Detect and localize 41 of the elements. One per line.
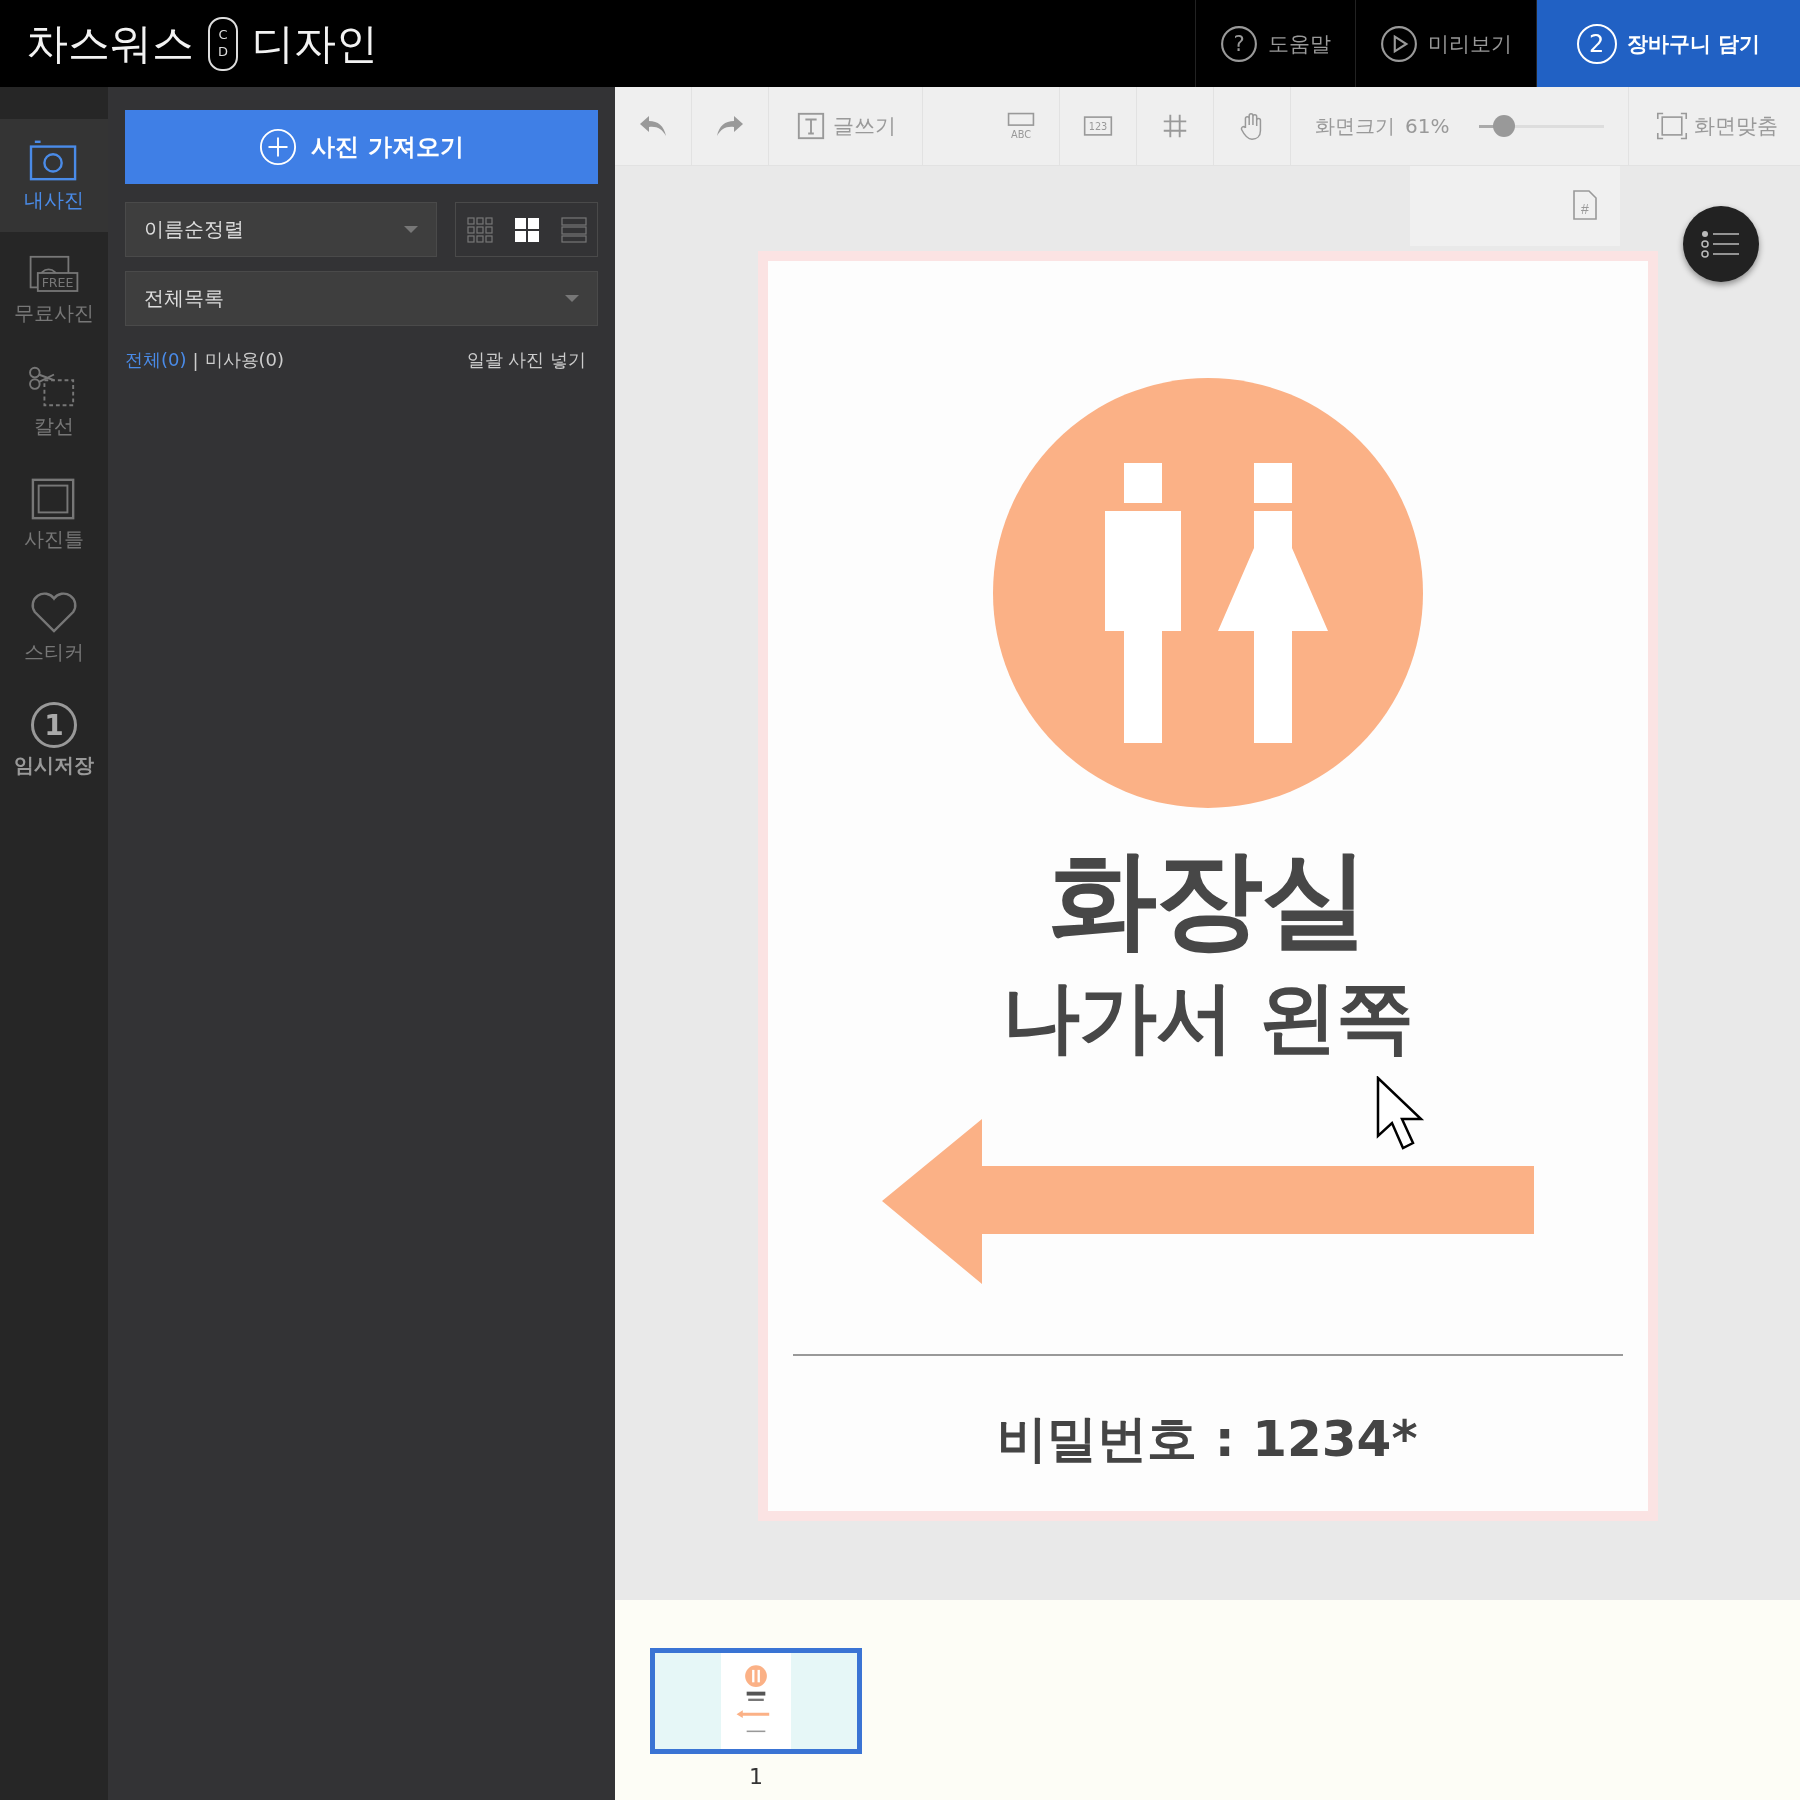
play-icon — [1379, 24, 1418, 63]
number-button[interactable]: 123 — [1060, 87, 1137, 165]
separator: | — [192, 349, 199, 371]
password-text: 비밀번호 : 1234* — [997, 1409, 1418, 1471]
fit-screen-button[interactable]: 화면맞춤 — [1634, 87, 1800, 165]
bulk-insert-link[interactable]: 일괄 사진 넣기 — [466, 348, 598, 372]
text-icon — [795, 111, 827, 141]
sidebar-item[interactable]: 스티커 — [0, 571, 108, 684]
text-box-button[interactable]: ABC — [983, 87, 1060, 165]
list-icon — [1701, 229, 1741, 259]
caret-icon — [404, 226, 418, 233]
zoom-label: 화면크기 — [1315, 112, 1395, 140]
category-dropdown[interactable]: 전체목록 — [125, 271, 598, 326]
fit-screen-icon — [1656, 111, 1688, 141]
zoom-value: 61% — [1405, 114, 1450, 138]
filter-link[interactable]: 미사용(0) — [204, 348, 285, 372]
plus-icon — [259, 128, 298, 166]
brand-name: 차스워스 — [26, 17, 194, 70]
sidebar-item[interactable]: 칼선 — [0, 345, 108, 458]
brand-mark: C D — [208, 16, 238, 71]
sidebar-item[interactable]: FREE 무료사진 — [0, 232, 108, 345]
step-badge: 2 — [1576, 23, 1617, 64]
add-text-button[interactable]: 글쓰기 — [769, 87, 923, 165]
page-number: 1 — [749, 1764, 763, 1789]
sort-dropdown[interactable]: 이름순정렬 — [125, 202, 437, 257]
page-thumbnail[interactable] — [650, 1648, 862, 1754]
layers-menu-button[interactable] — [1683, 206, 1759, 282]
import-photo-button[interactable]: 사진 가져오기 — [125, 110, 598, 184]
sidebar-item[interactable]: 내사진 — [0, 119, 108, 232]
help-icon: ? — [1219, 24, 1258, 63]
add-to-cart-button[interactable]: 2 장바구니 담기 — [1535, 0, 1800, 87]
filter-link[interactable]: 전체(0) — [125, 348, 187, 372]
sidebar-item[interactable]: 사진틀 — [0, 458, 108, 571]
slider-thumb[interactable] — [1493, 115, 1516, 137]
number-icon: 1 — [31, 702, 77, 748]
sign-title: 화장실 — [1048, 840, 1367, 959]
brand-name-suffix: 디자인 — [252, 17, 378, 70]
caret-icon — [565, 295, 579, 302]
zoom-slider[interactable] — [1479, 115, 1605, 137]
sign-subtitle: 나가서 왼쪽 — [1001, 970, 1414, 1064]
sidebar-item[interactable]: 1 임시저장 — [0, 684, 108, 797]
